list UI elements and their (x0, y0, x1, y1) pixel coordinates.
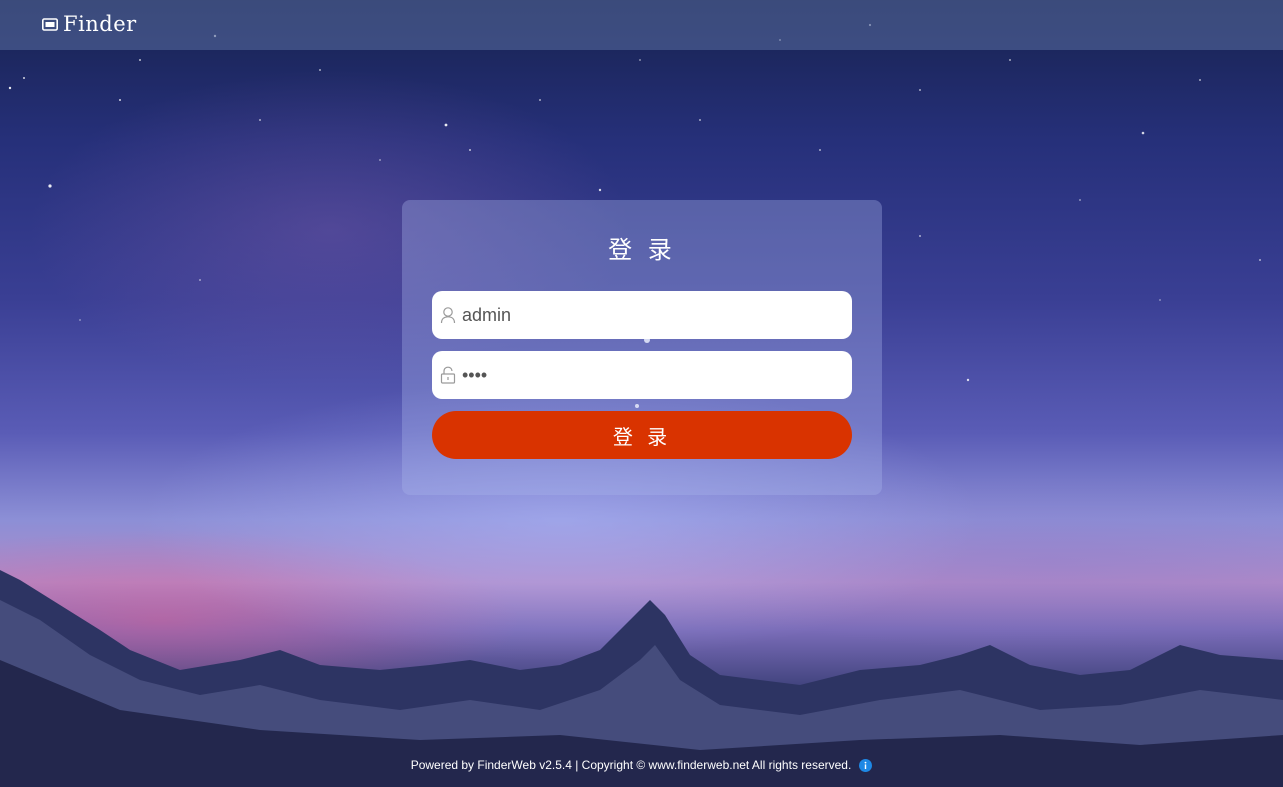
folder-icon (42, 18, 58, 31)
username-field[interactable] (432, 291, 852, 339)
info-icon[interactable] (859, 758, 873, 772)
brand-name: Finder (63, 12, 137, 36)
login-button[interactable]: 登 录 (432, 411, 852, 459)
footer: Powered by FinderWeb v2.5.4 | Copyright … (0, 758, 1283, 772)
login-title: 登 录 (608, 236, 676, 264)
password-input[interactable] (462, 355, 852, 395)
user-icon (432, 306, 462, 324)
username-input[interactable] (462, 295, 852, 335)
mountain-range (0, 570, 1283, 787)
brand[interactable]: Finder (42, 12, 137, 36)
footer-copyright: Powered by FinderWeb v2.5.4 | Copyright … (410, 758, 852, 772)
lock-icon (432, 366, 462, 384)
password-field[interactable] (432, 351, 852, 399)
login-card: 登 录 登 录 (402, 200, 882, 495)
top-bar: Finder (0, 0, 1283, 50)
